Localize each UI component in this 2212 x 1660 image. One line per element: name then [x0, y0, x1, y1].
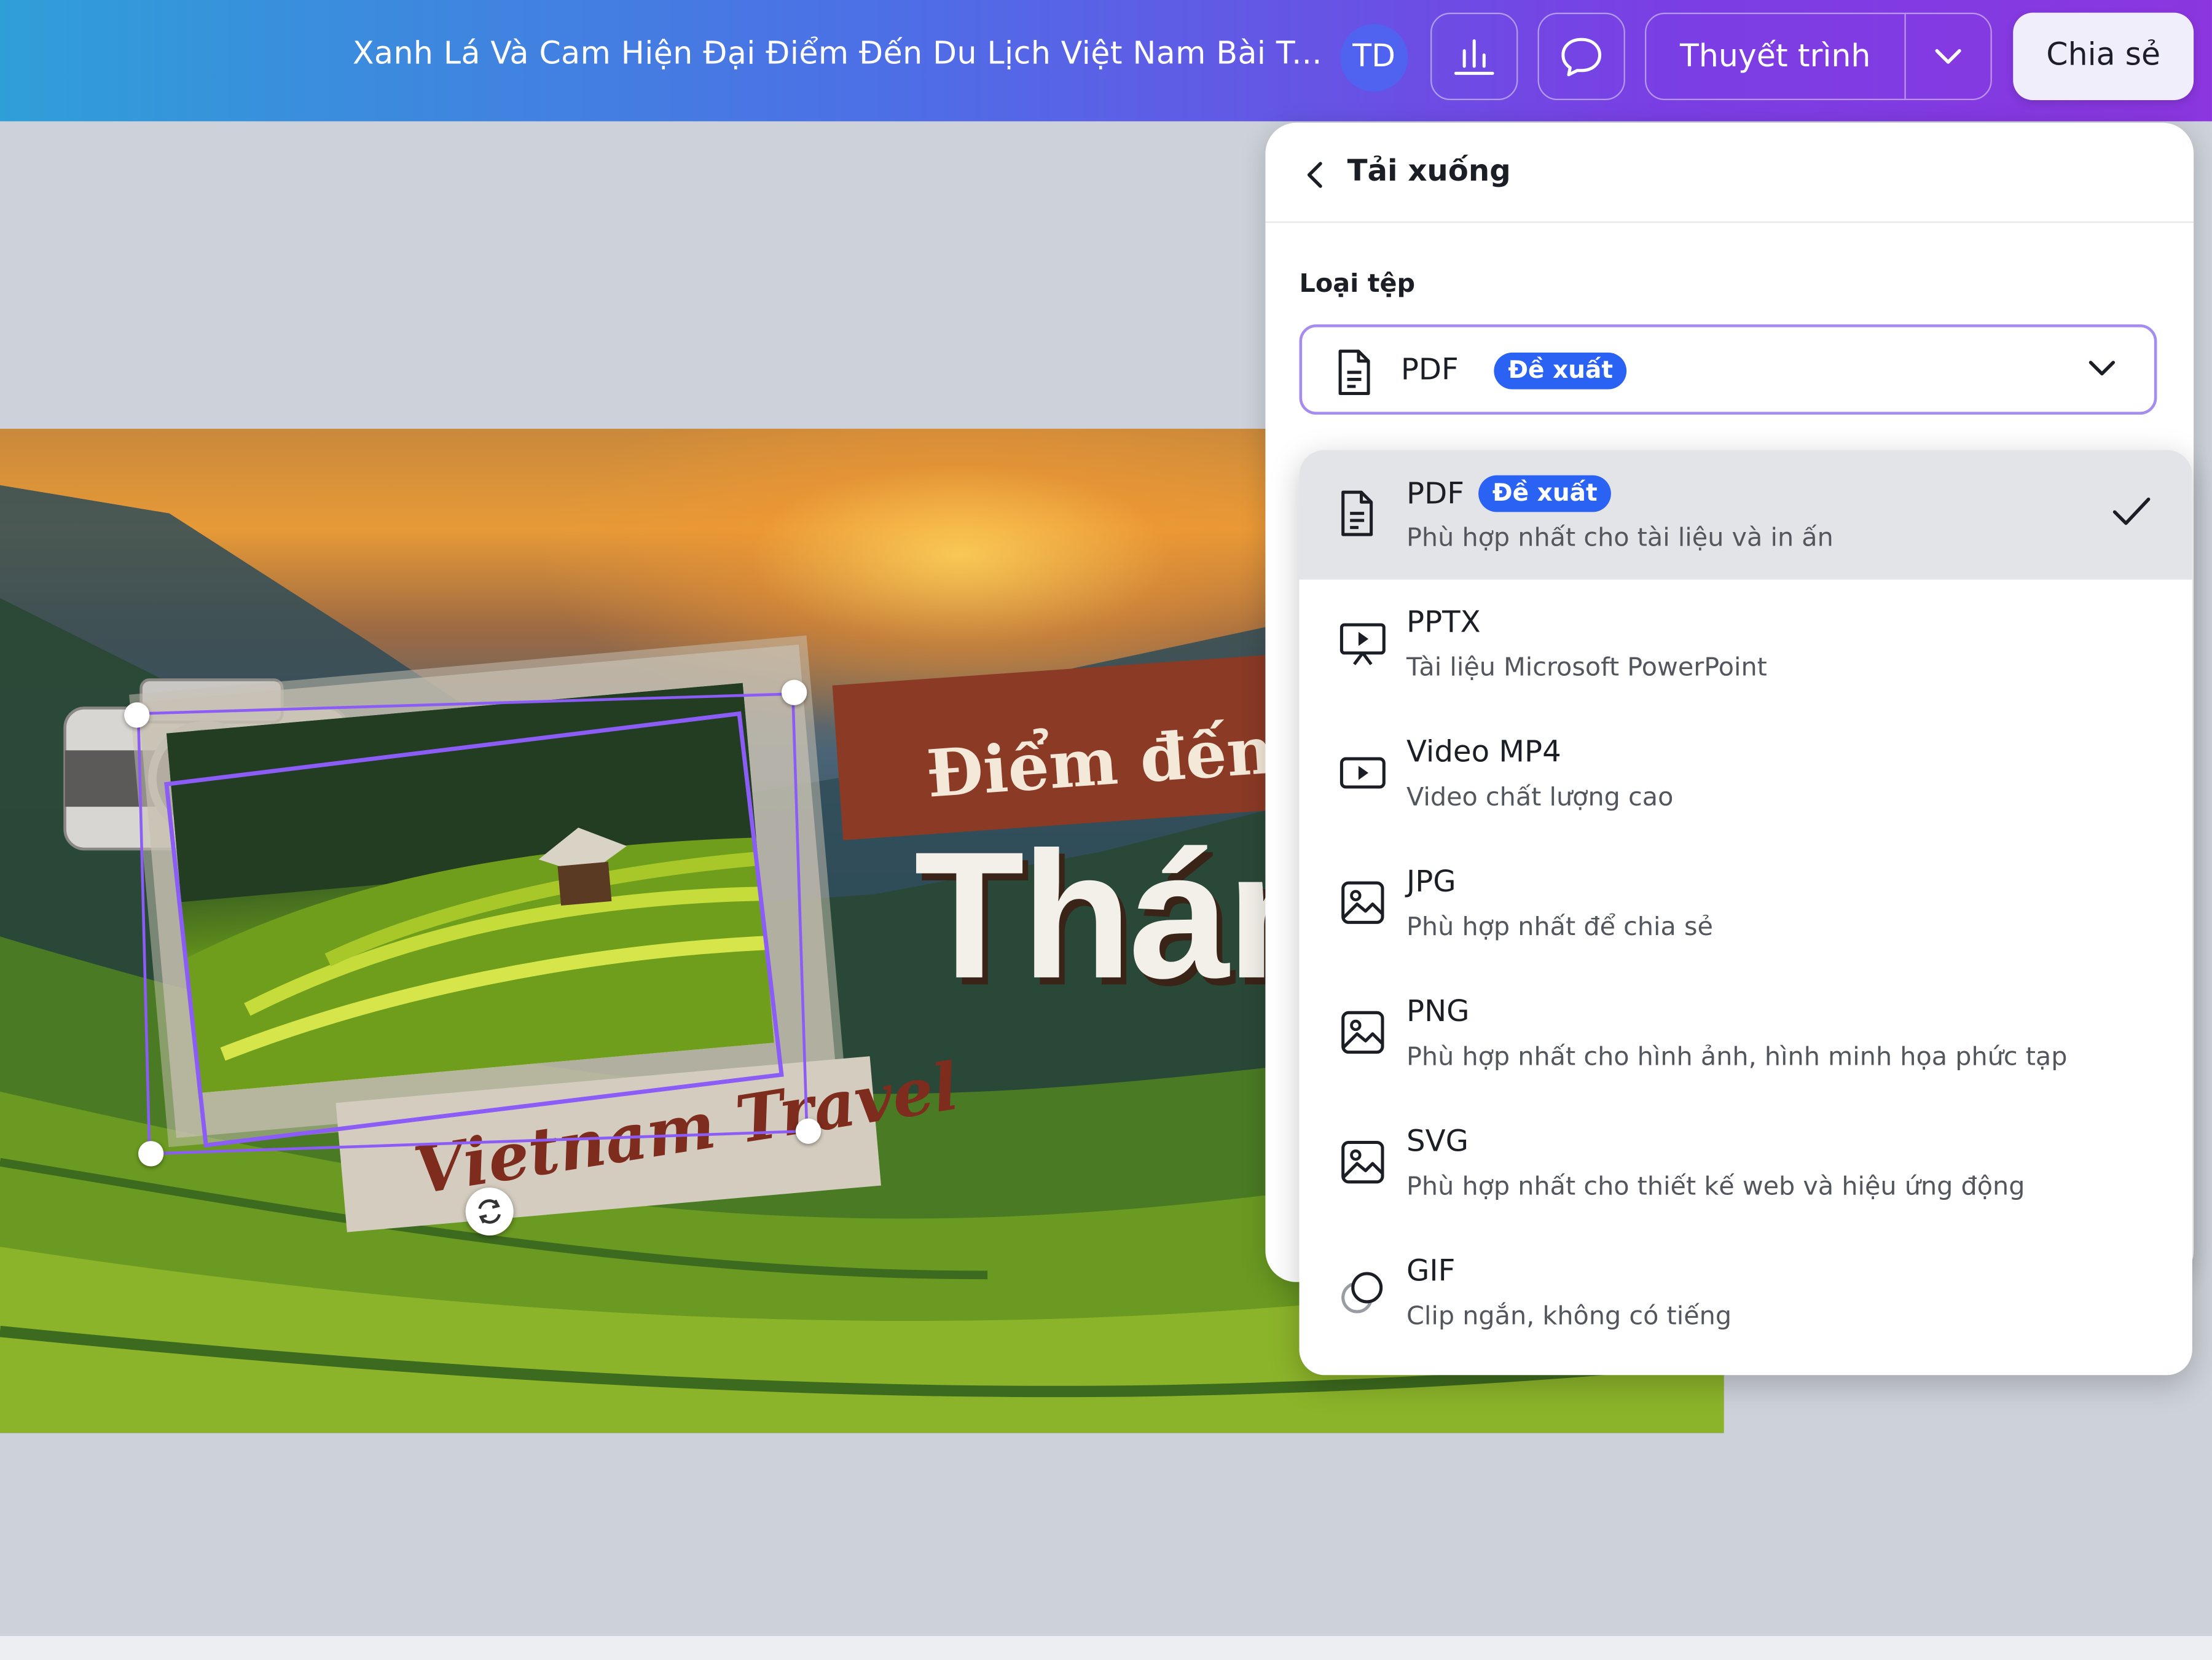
bottom-bar — [0, 1636, 2212, 1660]
option-name: GIF — [1406, 1253, 1456, 1288]
bar-chart-icon — [1454, 39, 1494, 75]
file-option-jpg[interactable]: JPG Phù hợp nhất để chia sẻ — [1300, 839, 2192, 969]
share-button[interactable]: Chia sẻ — [2013, 12, 2194, 100]
document-icon — [1338, 350, 1370, 396]
option-description: Phù hợp nhất cho tài liệu và in ấn — [1406, 523, 1834, 553]
option-description: Phù hợp nhất cho thiết kế web và hiệu ứn… — [1406, 1172, 2025, 1202]
image-icon — [1341, 1140, 1384, 1184]
panel-title: Tải xuống — [1347, 154, 1511, 188]
gif-icon — [1341, 1272, 1383, 1314]
option-description: Phù hợp nhất để chia sẻ — [1406, 912, 1713, 942]
file-option-svg[interactable]: SVG Phù hợp nhất cho thiết kế web và hiệ… — [1300, 1098, 2192, 1228]
option-name: PDF Đề xuất — [1406, 475, 1612, 512]
file-type-menu: PDF Đề xuất Phù hợp nhất cho tài liệu và … — [1299, 450, 2192, 1376]
option-description: Phù hợp nhất cho hình ảnh, hình minh họa… — [1406, 1042, 2068, 1072]
presentation-icon — [1339, 623, 1386, 665]
document-icon — [1341, 490, 1373, 536]
selected-file-type: PDF — [1400, 352, 1459, 387]
video-icon — [1339, 757, 1386, 789]
image-icon — [1341, 1011, 1384, 1054]
chevron-down-icon — [2088, 361, 2116, 376]
rotate-icon — [478, 1199, 501, 1224]
file-type-label: Loại tệp — [1299, 269, 1416, 299]
file-type-select[interactable]: PDF Đề xuất — [1299, 324, 2157, 415]
document-title[interactable]: Xanh Lá Và Cam Hiện Đại Điểm Đến Du Lịch… — [353, 37, 1322, 72]
user-avatar[interactable]: TD — [1340, 24, 1408, 92]
resize-handle-bottom-left[interactable] — [138, 1141, 164, 1167]
option-name: Video MP4 — [1406, 735, 1561, 769]
option-description: Clip ngắn, không có tiếng — [1406, 1301, 1732, 1332]
file-option-mp4[interactable]: Video MP4 Video chất lượng cao — [1300, 710, 2192, 839]
top-bar: Xanh Lá Và Cam Hiện Đại Điểm Đến Du Lịch… — [0, 0, 2212, 122]
chevron-down-icon — [1935, 49, 1962, 64]
file-option-pptx[interactable]: PPTX Tài liệu Microsoft PowerPoint — [1300, 580, 2192, 710]
file-option-png[interactable]: PNG Phù hợp nhất cho hình ảnh, hình minh… — [1300, 969, 2192, 1098]
option-name: PNG — [1406, 994, 1470, 1028]
option-description: Tài liệu Microsoft PowerPoint — [1406, 652, 1767, 683]
comment-button[interactable] — [1537, 12, 1625, 100]
back-arrow-icon[interactable] — [1302, 159, 1330, 190]
resize-handle-bottom-right[interactable] — [795, 1118, 822, 1144]
option-name: JPG — [1406, 864, 1456, 899]
resize-handle-top-right[interactable] — [781, 679, 807, 705]
file-option-pdf[interactable]: PDF Đề xuất Phù hợp nhất cho tài liệu và … — [1299, 450, 2192, 580]
resize-handle-top-left[interactable] — [124, 702, 150, 728]
image-icon — [1341, 881, 1384, 924]
option-name: PPTX — [1406, 605, 1481, 639]
present-button[interactable]: Thuyết trình — [1646, 39, 1904, 74]
comment-icon — [1561, 37, 1602, 77]
recommended-badge: Đề xuất — [1494, 352, 1627, 390]
insights-button[interactable] — [1430, 12, 1518, 100]
present-button-group: Thuyết trình — [1645, 12, 1992, 100]
rotate-handle[interactable] — [465, 1187, 514, 1236]
present-options-button[interactable] — [1907, 47, 1991, 66]
panel-header: Tải xuống — [1265, 123, 2194, 223]
checkmark-icon — [2112, 497, 2151, 525]
recommended-badge: Đề xuất — [1478, 475, 1612, 512]
option-name: SVG — [1406, 1124, 1469, 1158]
file-option-gif[interactable]: GIF Clip ngắn, không có tiếng — [1300, 1229, 2192, 1358]
option-description: Video chất lượng cao — [1406, 783, 1674, 813]
selection-box — [136, 692, 809, 1156]
